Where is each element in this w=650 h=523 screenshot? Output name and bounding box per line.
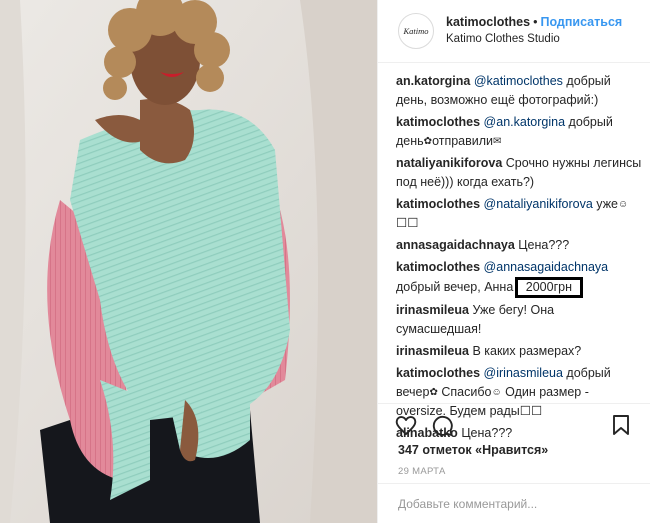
smile-emoji-icon: ☺: [618, 199, 629, 210]
post-photo[interactable]: [0, 0, 377, 523]
post-header: Katimo katimoclothes • Подписаться Katimo …: [378, 0, 650, 63]
comment: annasagaidachnaya Цена???: [396, 236, 642, 255]
comment-text: В каких размерах?: [472, 344, 582, 358]
comment-mention[interactable]: @annasagaidachnaya: [484, 260, 609, 274]
comment-mention[interactable]: @irinasmileua: [484, 366, 563, 380]
smile-emoji-icon: ☺: [491, 387, 502, 398]
flower-emoji-icon: ✿: [423, 136, 433, 147]
add-comment-area: [378, 483, 650, 523]
comment-text: ☐☐: [396, 216, 419, 230]
post-photo-illustration: [0, 0, 377, 523]
comment-username[interactable]: katimoclothes: [396, 197, 480, 211]
action-bar: [378, 403, 650, 443]
comment-username[interactable]: katimoclothes: [396, 366, 480, 380]
heart-icon[interactable]: [394, 413, 418, 437]
price-highlight-box: 2000грн: [514, 277, 583, 298]
comment-username[interactable]: irinasmileua: [396, 303, 469, 317]
comments-list: an.katorgina @katimoclothes добрый день,…: [396, 72, 642, 446]
comment-text: добрый вечер, Анна: [396, 280, 517, 294]
comment-text: Спасибо: [437, 385, 492, 399]
comment-mention[interactable]: @nataliyanikiforova: [484, 197, 593, 211]
comment-text: отправили: [432, 134, 494, 148]
location-link[interactable]: Katimo Clothes Studio: [446, 31, 622, 48]
comment: katimoclothes @nataliyanikiforova уже☺ ☐…: [396, 195, 642, 233]
avatar-logo: Katimo: [403, 26, 429, 36]
post-side-panel: Katimo katimoclothes • Подписаться Katimo …: [377, 0, 650, 523]
instagram-post: Katimo katimoclothes • Подписаться Katimo …: [0, 0, 650, 523]
comment-username[interactable]: nataliyanikiforova: [396, 156, 502, 170]
comment: katimoclothes @annasagaidachnaya добрый …: [396, 258, 642, 298]
post-date: 29 МАРТА: [398, 466, 446, 477]
likes-count[interactable]: 347 отметок «Нравится»: [398, 443, 548, 457]
comment-mention[interactable]: @an.katorgina: [484, 115, 566, 129]
comment-text: уже: [592, 197, 619, 211]
header-text: katimoclothes • Подписаться Katimo Clothes…: [446, 14, 622, 48]
comment: an.katorgina @katimoclothes добрый день,…: [396, 72, 642, 110]
envelope-emoji-icon: ✉: [493, 136, 502, 147]
username-link[interactable]: katimoclothes: [446, 15, 530, 29]
comment: katimoclothes @an.katorgina добрый день✿…: [396, 113, 642, 151]
avatar[interactable]: Katimo: [398, 13, 434, 49]
comment-mention[interactable]: @katimoclothes: [474, 74, 563, 88]
add-comment-input[interactable]: [398, 494, 628, 514]
comment-username[interactable]: katimoclothes: [396, 260, 480, 274]
flower-emoji-icon: ✿: [429, 387, 438, 398]
comment: irinasmileua Уже бегу! Она сумасшедшая!: [396, 301, 642, 339]
comment-username[interactable]: katimoclothes: [396, 115, 480, 129]
comment-username[interactable]: annasagaidachnaya: [396, 238, 515, 252]
follow-button[interactable]: Подписаться: [540, 15, 622, 29]
comment-username[interactable]: irinasmileua: [396, 344, 469, 358]
comment-username[interactable]: an.katorgina: [396, 74, 470, 88]
comment-text: Цена???: [518, 238, 570, 252]
comment: irinasmileua В каких размерах?: [396, 342, 642, 361]
comment-bubble-icon[interactable]: [430, 413, 454, 437]
separator-dot: •: [533, 15, 538, 29]
comment: nataliyanikiforova Срочно нужны легинсы …: [396, 154, 642, 192]
bookmark-icon[interactable]: [609, 413, 633, 437]
